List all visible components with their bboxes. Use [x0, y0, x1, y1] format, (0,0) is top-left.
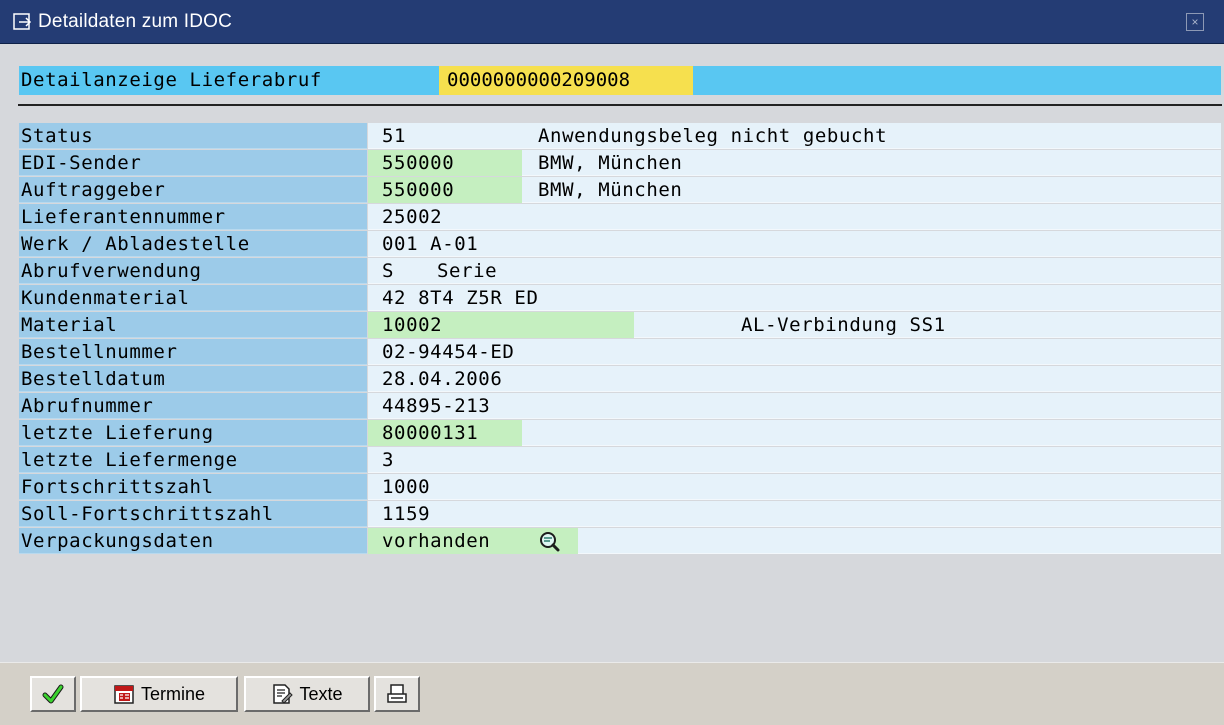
last-delivery-quantity-value: 3	[382, 449, 395, 471]
delivery-schedule-number: 0000000000209008	[439, 66, 693, 95]
row-value-area: 550000 BMW, München	[368, 177, 1221, 203]
magnifier-icon[interactable]	[538, 530, 560, 552]
row-label: Bestellnummer	[19, 339, 367, 365]
schedule-number-value: 44895-213	[382, 395, 491, 417]
status-value: 51	[382, 125, 407, 147]
confirm-button[interactable]	[30, 676, 76, 712]
row-label: Lieferantennummer	[19, 204, 367, 230]
row-value-area: 25002	[368, 204, 1221, 230]
row-label: Verpackungsdaten	[19, 528, 367, 554]
document-edit-icon	[271, 683, 294, 705]
table-row: EDI-Sender 550000 BMW, München	[19, 150, 1221, 177]
row-value-area: 550000 BMW, München	[368, 150, 1221, 176]
row-label: letzte Lieferung	[19, 420, 367, 446]
detail-table: Status 51 Anwendungsbeleg nicht gebucht …	[19, 123, 1221, 555]
window-titlebar: Detaildaten zum IDOC ×	[0, 0, 1224, 44]
row-label: Werk / Abladestelle	[19, 231, 367, 257]
row-value-area: S Serie	[368, 258, 1221, 284]
print-button[interactable]	[374, 676, 420, 712]
table-row: Verpackungsdaten vorhanden	[19, 528, 1221, 555]
supplier-number-value: 25002	[382, 206, 443, 228]
checkmark-icon	[42, 683, 64, 705]
row-value-area: 1000	[368, 474, 1221, 500]
auftraggeber-description: BMW, München	[538, 179, 683, 201]
table-row: Abrufverwendung S Serie	[19, 258, 1221, 285]
row-value-area: 1159	[368, 501, 1221, 527]
window-icon	[12, 11, 34, 33]
material-description: AL-Verbindung SS1	[741, 314, 946, 336]
texte-button[interactable]: Texte	[244, 676, 370, 712]
row-value-area: 3	[368, 447, 1221, 473]
usage-description: Serie	[437, 260, 498, 282]
button-bar: Termine Texte	[0, 662, 1224, 725]
table-row: Kundenmaterial 42 8T4 Z5R ED	[19, 285, 1221, 312]
table-row: Soll-Fortschrittszahl 1159	[19, 501, 1221, 528]
row-label: Status	[19, 123, 367, 149]
row-label: Soll-Fortschrittszahl	[19, 501, 367, 527]
table-row: Abrufnummer 44895-213	[19, 393, 1221, 420]
row-label: EDI-Sender	[19, 150, 367, 176]
texte-label: Texte	[299, 683, 343, 704]
table-row: letzte Lieferung 80000131	[19, 420, 1221, 447]
usage-value: S	[382, 260, 395, 282]
row-label: Bestelldatum	[19, 366, 367, 392]
row-label: Fortschrittszahl	[19, 474, 367, 500]
termine-label: Termine	[140, 683, 206, 704]
printer-icon	[386, 683, 408, 705]
table-row: Material 10002 AL-Verbindung SS1	[19, 312, 1221, 339]
row-value-area: 51 Anwendungsbeleg nicht gebucht	[368, 123, 1221, 149]
close-icon[interactable]: ×	[1186, 13, 1204, 31]
edi-sender-description: BMW, München	[538, 152, 683, 174]
row-label: Kundenmaterial	[19, 285, 367, 311]
row-label: Material	[19, 312, 367, 338]
termine-button[interactable]: Termine	[80, 676, 238, 712]
row-label: letzte Liefermenge	[19, 447, 367, 473]
row-value-area: 001 A-01	[368, 231, 1221, 257]
order-date-value: 28.04.2006	[382, 368, 503, 390]
row-label: Auftraggeber	[19, 177, 367, 203]
table-row: Werk / Abladestelle 001 A-01	[19, 231, 1221, 258]
table-row: Status 51 Anwendungsbeleg nicht gebucht	[19, 123, 1221, 150]
table-row: Auftraggeber 550000 BMW, München	[19, 177, 1221, 204]
plant-unloading-point-value: 001 A-01	[382, 233, 479, 255]
table-row: Bestellnummer 02-94454-ED	[19, 339, 1221, 366]
order-number-value: 02-94454-ED	[382, 341, 515, 363]
row-value-area: 10002 AL-Verbindung SS1	[368, 312, 1221, 338]
divider	[18, 104, 1222, 106]
cumulative-quantity-value: 1000	[382, 476, 431, 498]
row-value-area: vorhanden	[368, 528, 1221, 554]
auftraggeber-value[interactable]: 550000	[368, 177, 522, 203]
customer-material-value: 42 8T4 Z5R ED	[382, 287, 539, 309]
window-title: Detaildaten zum IDOC	[38, 10, 233, 32]
last-delivery-value[interactable]: 80000131	[368, 420, 522, 446]
row-label: Abrufnummer	[19, 393, 367, 419]
table-row: letzte Liefermenge 3	[19, 447, 1221, 474]
table-row: Lieferantennummer 25002	[19, 204, 1221, 231]
status-description: Anwendungsbeleg nicht gebucht	[538, 125, 888, 147]
row-value-area: 28.04.2006	[368, 366, 1221, 392]
row-label: Abrufverwendung	[19, 258, 367, 284]
table-row: Bestelldatum 28.04.2006	[19, 366, 1221, 393]
row-value-area: 80000131	[368, 420, 1221, 446]
calendar-icon	[113, 683, 135, 705]
row-value-area: 42 8T4 Z5R ED	[368, 285, 1221, 311]
target-cumulative-quantity-value: 1159	[382, 503, 431, 525]
row-value-area: 44895-213	[368, 393, 1221, 419]
header-row: Detailanzeige Lieferabruf 00000000002090…	[19, 66, 1221, 95]
edi-sender-value[interactable]: 550000	[368, 150, 522, 176]
material-value[interactable]: 10002	[368, 312, 634, 338]
header-label: Detailanzeige Lieferabruf	[21, 69, 322, 91]
table-row: Fortschrittszahl 1000	[19, 474, 1221, 501]
row-value-area: 02-94454-ED	[368, 339, 1221, 365]
